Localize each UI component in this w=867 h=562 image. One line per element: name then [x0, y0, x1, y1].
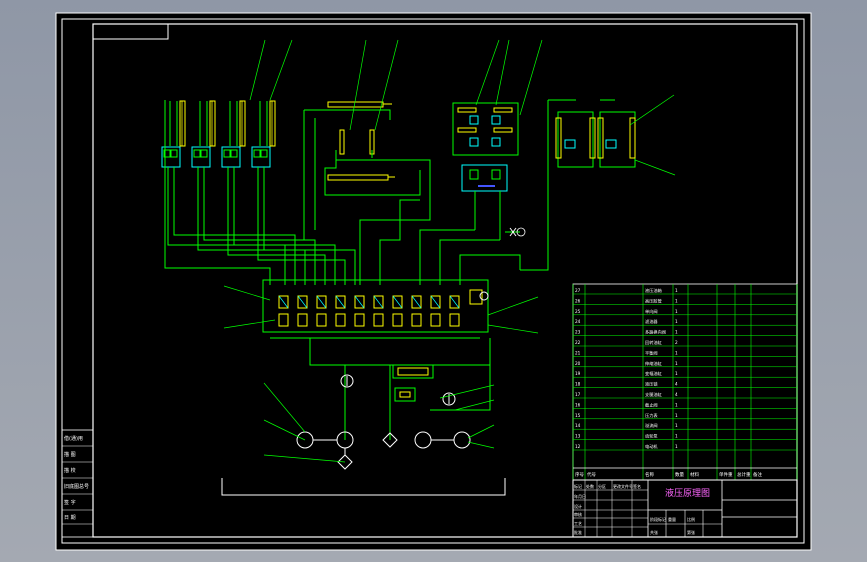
parts-list-quantity: 1	[675, 309, 678, 314]
side-label-4: 签 字	[64, 499, 76, 506]
title-block-cell: 更改文件号	[613, 483, 633, 489]
side-label-5: 日 期	[64, 515, 76, 521]
parts-list-quantity: 1	[675, 361, 678, 366]
parts-list-number: 24	[575, 319, 581, 324]
parts-list-header-cell: 单件重	[719, 471, 733, 478]
parts-list-quantity: 1	[675, 319, 678, 324]
side-label-0: 借(通)用	[64, 435, 83, 442]
title-block-cell: 工艺	[574, 521, 582, 526]
parts-list-name: 平衡阀	[645, 349, 658, 356]
parts-list-name: 多路换向阀	[645, 329, 666, 336]
parts-list-name: 变幅油缸	[645, 370, 663, 377]
parts-list-name: 液压锁	[645, 381, 658, 388]
title-block-cell: 阶段标记	[650, 516, 666, 522]
parts-list-quantity: 4	[675, 392, 678, 397]
parts-list-number: 22	[575, 340, 581, 345]
parts-list-quantity: 1	[675, 330, 678, 335]
parts-list-name: 回转油缸	[645, 339, 663, 346]
parts-list-name: 支腿油缸	[645, 391, 663, 398]
parts-list-number: 17	[575, 392, 581, 397]
parts-list-number: 13	[575, 434, 581, 439]
title-block-cell: 标记	[574, 483, 582, 489]
title-block-cell: 比例	[687, 516, 695, 522]
drawing-title: 液压原理图	[665, 487, 710, 499]
parts-list-name: 滤油器	[645, 318, 658, 325]
parts-list-name: 电动机	[645, 443, 658, 450]
parts-list-number: 19	[575, 371, 581, 376]
parts-list-number: 20	[575, 361, 581, 366]
parts-list-name: 溢流阀	[645, 422, 658, 429]
parts-list-name: 伸缩油缸	[645, 360, 663, 367]
title-block-cell: 审核	[574, 511, 582, 517]
parts-list-header-cell: 序号	[575, 471, 584, 478]
parts-list-quantity: 1	[675, 413, 678, 418]
parts-list-quantity: 1	[675, 434, 678, 439]
parts-list-name: 单向阀	[645, 308, 658, 315]
parts-list-quantity: 1	[675, 298, 678, 303]
side-label-2: 描 校	[64, 467, 76, 474]
parts-list-header-cell: 名称	[645, 471, 654, 478]
title-block-cell: 批准	[574, 529, 582, 535]
parts-list-number: 15	[575, 413, 581, 418]
side-label-3: 旧底图总号	[64, 483, 89, 490]
parts-list-number: 25	[575, 309, 581, 314]
parts-list-number: 21	[575, 350, 581, 355]
parts-list-quantity: 1	[675, 350, 678, 355]
parts-list-name: 齿轮泵	[645, 433, 658, 440]
parts-list-number: 18	[575, 382, 581, 387]
hydraulic-schematic-drawing: 借(通)用 描 图 描 校 旧底图总号 签 字 日 期 27 液压油箱 1 26 高压胶…	[55, 12, 812, 551]
title-block-cell: 分区	[598, 483, 606, 489]
parts-list-quantity: 2	[675, 340, 678, 345]
parts-list-quantity: 1	[675, 288, 678, 293]
title-block-cell: 设计	[574, 503, 582, 509]
parts-list-name: 液压油箱	[645, 287, 662, 294]
parts-list-number: 26	[575, 298, 581, 303]
parts-list-number: 12	[575, 444, 581, 449]
title-block-cell: 重量	[668, 516, 676, 522]
title-block-cell: 第张	[687, 529, 695, 535]
parts-list-name: 压力表	[645, 412, 658, 419]
parts-list-number: 14	[575, 423, 581, 428]
parts-list-name: 截止阀	[645, 401, 658, 408]
parts-list-quantity: 1	[675, 402, 678, 407]
title-block-cell: 年月日	[574, 493, 586, 499]
parts-list-number: 23	[575, 330, 581, 335]
parts-list-header-cell: 代号	[587, 471, 596, 478]
title-block-cell: 处数	[586, 483, 594, 489]
cad-viewport: 借(通)用 描 图 描 校 旧底图总号 签 字 日 期 27 液压油箱 1 26 高压胶…	[0, 0, 867, 562]
drawing-sheet	[55, 12, 812, 551]
parts-list-name: 高压胶管	[645, 297, 662, 304]
parts-list-number: 27	[575, 288, 581, 293]
parts-list-header-cell: 数量	[675, 471, 684, 478]
title-block-cell: 共张	[650, 529, 658, 535]
parts-list-quantity: 1	[675, 371, 678, 376]
parts-list-quantity: 1	[675, 444, 678, 449]
parts-list-header-cell: 总计重	[737, 471, 751, 478]
parts-list-quantity: 4	[675, 382, 678, 387]
side-label-1: 描 图	[64, 451, 76, 458]
parts-list-number: 16	[575, 402, 581, 407]
parts-list-header-cell: 材料	[690, 471, 699, 478]
title-block-cell: 签名	[633, 483, 641, 489]
parts-list-quantity: 1	[675, 423, 678, 428]
parts-list-header-cell: 备注	[753, 471, 762, 478]
